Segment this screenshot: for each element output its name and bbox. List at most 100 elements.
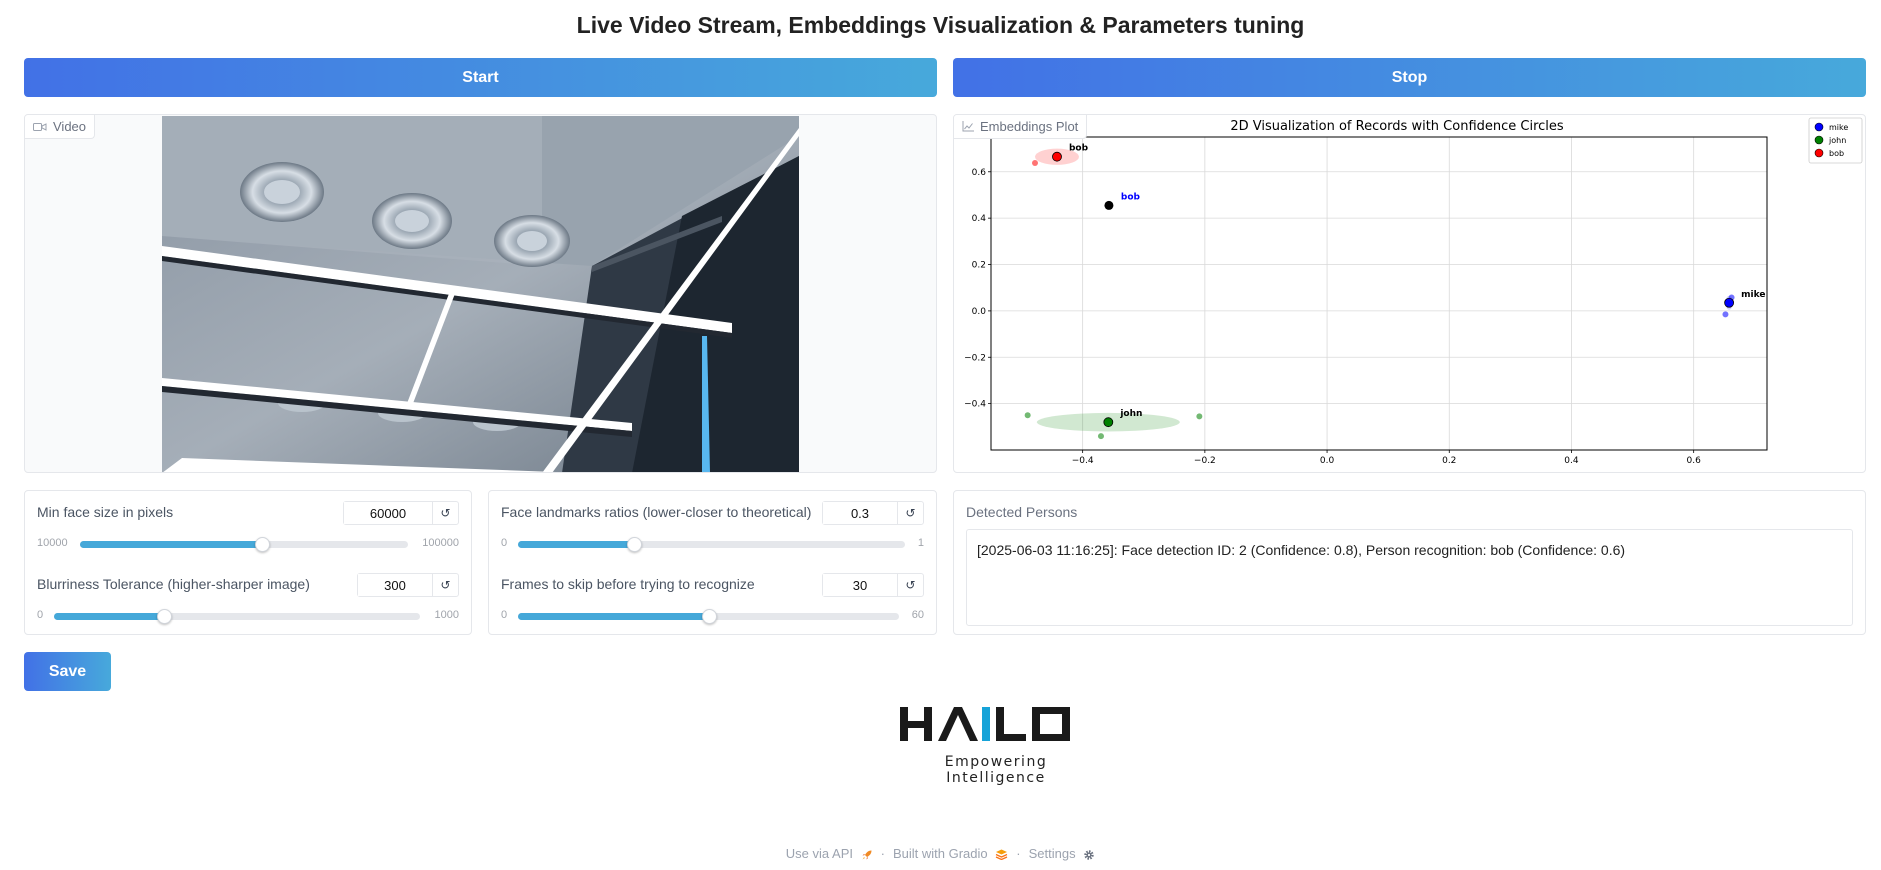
use-via-api-label: Use via API	[785, 846, 853, 861]
landmarks-input[interactable]	[823, 502, 897, 524]
point-john	[1196, 413, 1203, 420]
frames-slider-thumb[interactable]	[701, 609, 717, 624]
centroid-bob	[1052, 151, 1062, 162]
blur-number-box: ↺	[357, 573, 459, 597]
use-via-api-link[interactable]: Use via API	[786, 846, 873, 861]
landmarks-control: Face landmarks ratios (lower-closer to t…	[501, 491, 924, 552]
settings-link[interactable]: Settings	[1029, 846, 1096, 861]
centroid-john	[1103, 417, 1114, 428]
frames-label: Frames to skip before trying to recogniz…	[501, 576, 755, 592]
legend-label-mike: mike	[1829, 123, 1848, 132]
y-tick-label: 0.6	[972, 168, 987, 178]
video-tag: Video	[25, 115, 96, 139]
legend-marker-bob	[1814, 148, 1824, 158]
landmarks-label: Face landmarks ratios (lower-closer to t…	[501, 504, 812, 520]
video-panel: Video	[24, 114, 937, 473]
min-face-slider-thumb[interactable]	[255, 537, 271, 552]
page-title: Live Video Stream, Embeddings Visualizat…	[576, 12, 1305, 38]
blur-slider[interactable]	[54, 609, 420, 624]
blur-control: Blurriness Tolerance (higher-sharper ima…	[37, 563, 459, 624]
chart-icon	[962, 121, 974, 132]
x-tick-label: −0.2	[1194, 456, 1216, 466]
footer-separator: ·	[1016, 846, 1021, 861]
y-tick-label: −0.2	[964, 353, 986, 363]
video-stream-image	[162, 116, 799, 472]
min-face-slider-fill	[80, 541, 263, 548]
plot-tag-label: Embeddings Plot	[980, 119, 1079, 134]
detected-persons-textbox[interactable]: [2025-06-03 11:16:25]: Face detection ID…	[966, 529, 1853, 626]
footer-separator: ·	[880, 846, 885, 861]
min-face-number-box: ↺	[343, 501, 459, 525]
x-tick-label: 0.2	[1442, 456, 1456, 466]
blur-max: 1000	[434, 609, 459, 621]
blur-slider-thumb[interactable]	[156, 609, 172, 624]
frames-reset-button[interactable]: ↺	[897, 574, 923, 596]
stop-button[interactable]: Stop	[953, 58, 1866, 97]
controls-panel-left: Min face size in pixels ↺ 10000 100000 B…	[24, 490, 472, 635]
plot-tag: Embeddings Plot	[954, 115, 1088, 139]
point-bob	[1031, 159, 1038, 166]
min-face-reset-button[interactable]: ↺	[432, 502, 458, 524]
detected-persons-panel: Detected Persons [2025-06-03 11:16:25]: …	[953, 490, 1866, 635]
y-tick-label: 0.0	[972, 307, 987, 317]
blur-reset-button[interactable]: ↺	[432, 574, 458, 596]
embeddings-chart: 2D Visualization of Records with Confide…	[964, 117, 1863, 466]
video-tag-label: Video	[53, 119, 87, 134]
legend-label-john: john	[1828, 136, 1846, 145]
point-john	[1097, 433, 1104, 440]
min-face-slider[interactable]	[80, 537, 408, 552]
x-tick-label: 0.4	[1564, 456, 1579, 466]
point-mike	[1722, 311, 1729, 318]
centroid-label-mike: mike	[1741, 290, 1765, 300]
landmarks-slider-fill	[518, 541, 635, 548]
controls-panel-middle: Face landmarks ratios (lower-closer to t…	[488, 490, 937, 635]
x-tick-label: 0.6	[1687, 456, 1702, 466]
point-john	[1024, 412, 1031, 419]
landmarks-slider-thumb[interactable]	[627, 537, 643, 552]
embeddings-plot-panel: Embeddings Plot 2D Visualization of Reco…	[953, 114, 1866, 473]
video-camera-icon	[33, 122, 47, 131]
legend-marker-john	[1814, 135, 1824, 145]
min-face-max: 100000	[422, 537, 459, 549]
frames-number-box: ↺	[822, 573, 924, 597]
query-point-label: bob	[1121, 192, 1141, 202]
blur-label: Blurriness Tolerance (higher-sharper ima…	[37, 576, 310, 592]
built-with-gradio-label: Built with Gradio	[892, 846, 988, 861]
min-face-input[interactable]	[344, 502, 432, 524]
frames-control: Frames to skip before trying to recogniz…	[501, 563, 924, 624]
gear-icon	[1084, 849, 1094, 860]
detected-persons-label: Detected Persons	[966, 504, 1078, 520]
blur-min: 0	[37, 609, 44, 621]
legend-label-bob: bob	[1829, 149, 1844, 158]
footer: Use via API · Built with Gradio · Settin…	[0, 846, 1881, 861]
x-tick-label: 0.0	[1320, 456, 1335, 466]
blur-input[interactable]	[358, 574, 432, 596]
legend-marker-mike	[1814, 122, 1824, 132]
frames-max: 60	[911, 609, 924, 621]
built-with-gradio-link[interactable]: Built with Gradio	[893, 846, 1008, 861]
video-stream-frame	[162, 116, 799, 472]
rocket-icon	[862, 850, 872, 860]
frames-slider-fill	[518, 613, 709, 620]
landmarks-reset-button[interactable]: ↺	[897, 502, 923, 524]
centroid-label-bob: bob	[1069, 144, 1089, 154]
save-button[interactable]: Save	[24, 652, 111, 691]
centroid-mike	[1724, 297, 1735, 308]
frames-slider[interactable]	[518, 609, 899, 624]
x-tick-label: −0.4	[1072, 456, 1094, 466]
y-tick-label: 0.4	[972, 214, 987, 224]
landmarks-max: 1	[917, 537, 924, 549]
min-face-min: 10000	[37, 537, 68, 549]
frames-min: 0	[501, 609, 508, 621]
y-tick-label: 0.2	[972, 261, 986, 271]
landmarks-number-box: ↺	[822, 501, 924, 525]
settings-label: Settings	[1028, 846, 1076, 861]
landmarks-slider[interactable]	[518, 537, 905, 552]
blur-slider-fill	[54, 613, 164, 620]
query-point	[1104, 200, 1114, 210]
frames-input[interactable]	[823, 574, 897, 596]
min-face-label: Min face size in pixels	[37, 504, 174, 520]
min-face-control: Min face size in pixels ↺ 10000 100000	[37, 491, 459, 552]
gradio-logo-icon	[995, 849, 1008, 861]
start-button[interactable]: Start	[24, 58, 937, 97]
